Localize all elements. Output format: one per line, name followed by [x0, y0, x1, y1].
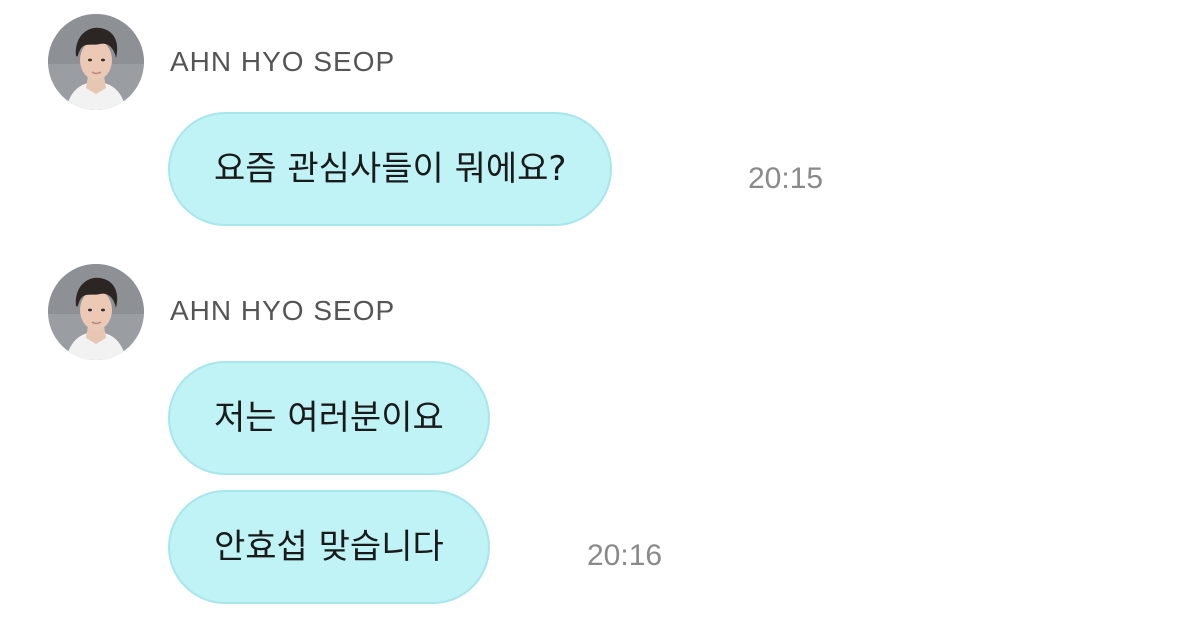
avatar[interactable]	[48, 264, 144, 360]
message-bubble[interactable]: 요즘 관심사들이 뭐에요?	[168, 112, 613, 226]
sender-name: AHN HYO SEOP	[170, 295, 396, 326]
message-timestamp: 20:16	[587, 539, 663, 572]
profile-photo-icon	[48, 14, 144, 110]
message-bubble[interactable]: 안효섭 맞습니다	[168, 490, 490, 604]
sender-name: AHN HYO SEOP	[170, 46, 396, 77]
avatar[interactable]	[48, 14, 144, 110]
message-bubble[interactable]: 저는 여러분이요	[168, 361, 490, 475]
message-timestamp: 20:15	[748, 162, 824, 195]
profile-photo-icon	[48, 264, 144, 360]
